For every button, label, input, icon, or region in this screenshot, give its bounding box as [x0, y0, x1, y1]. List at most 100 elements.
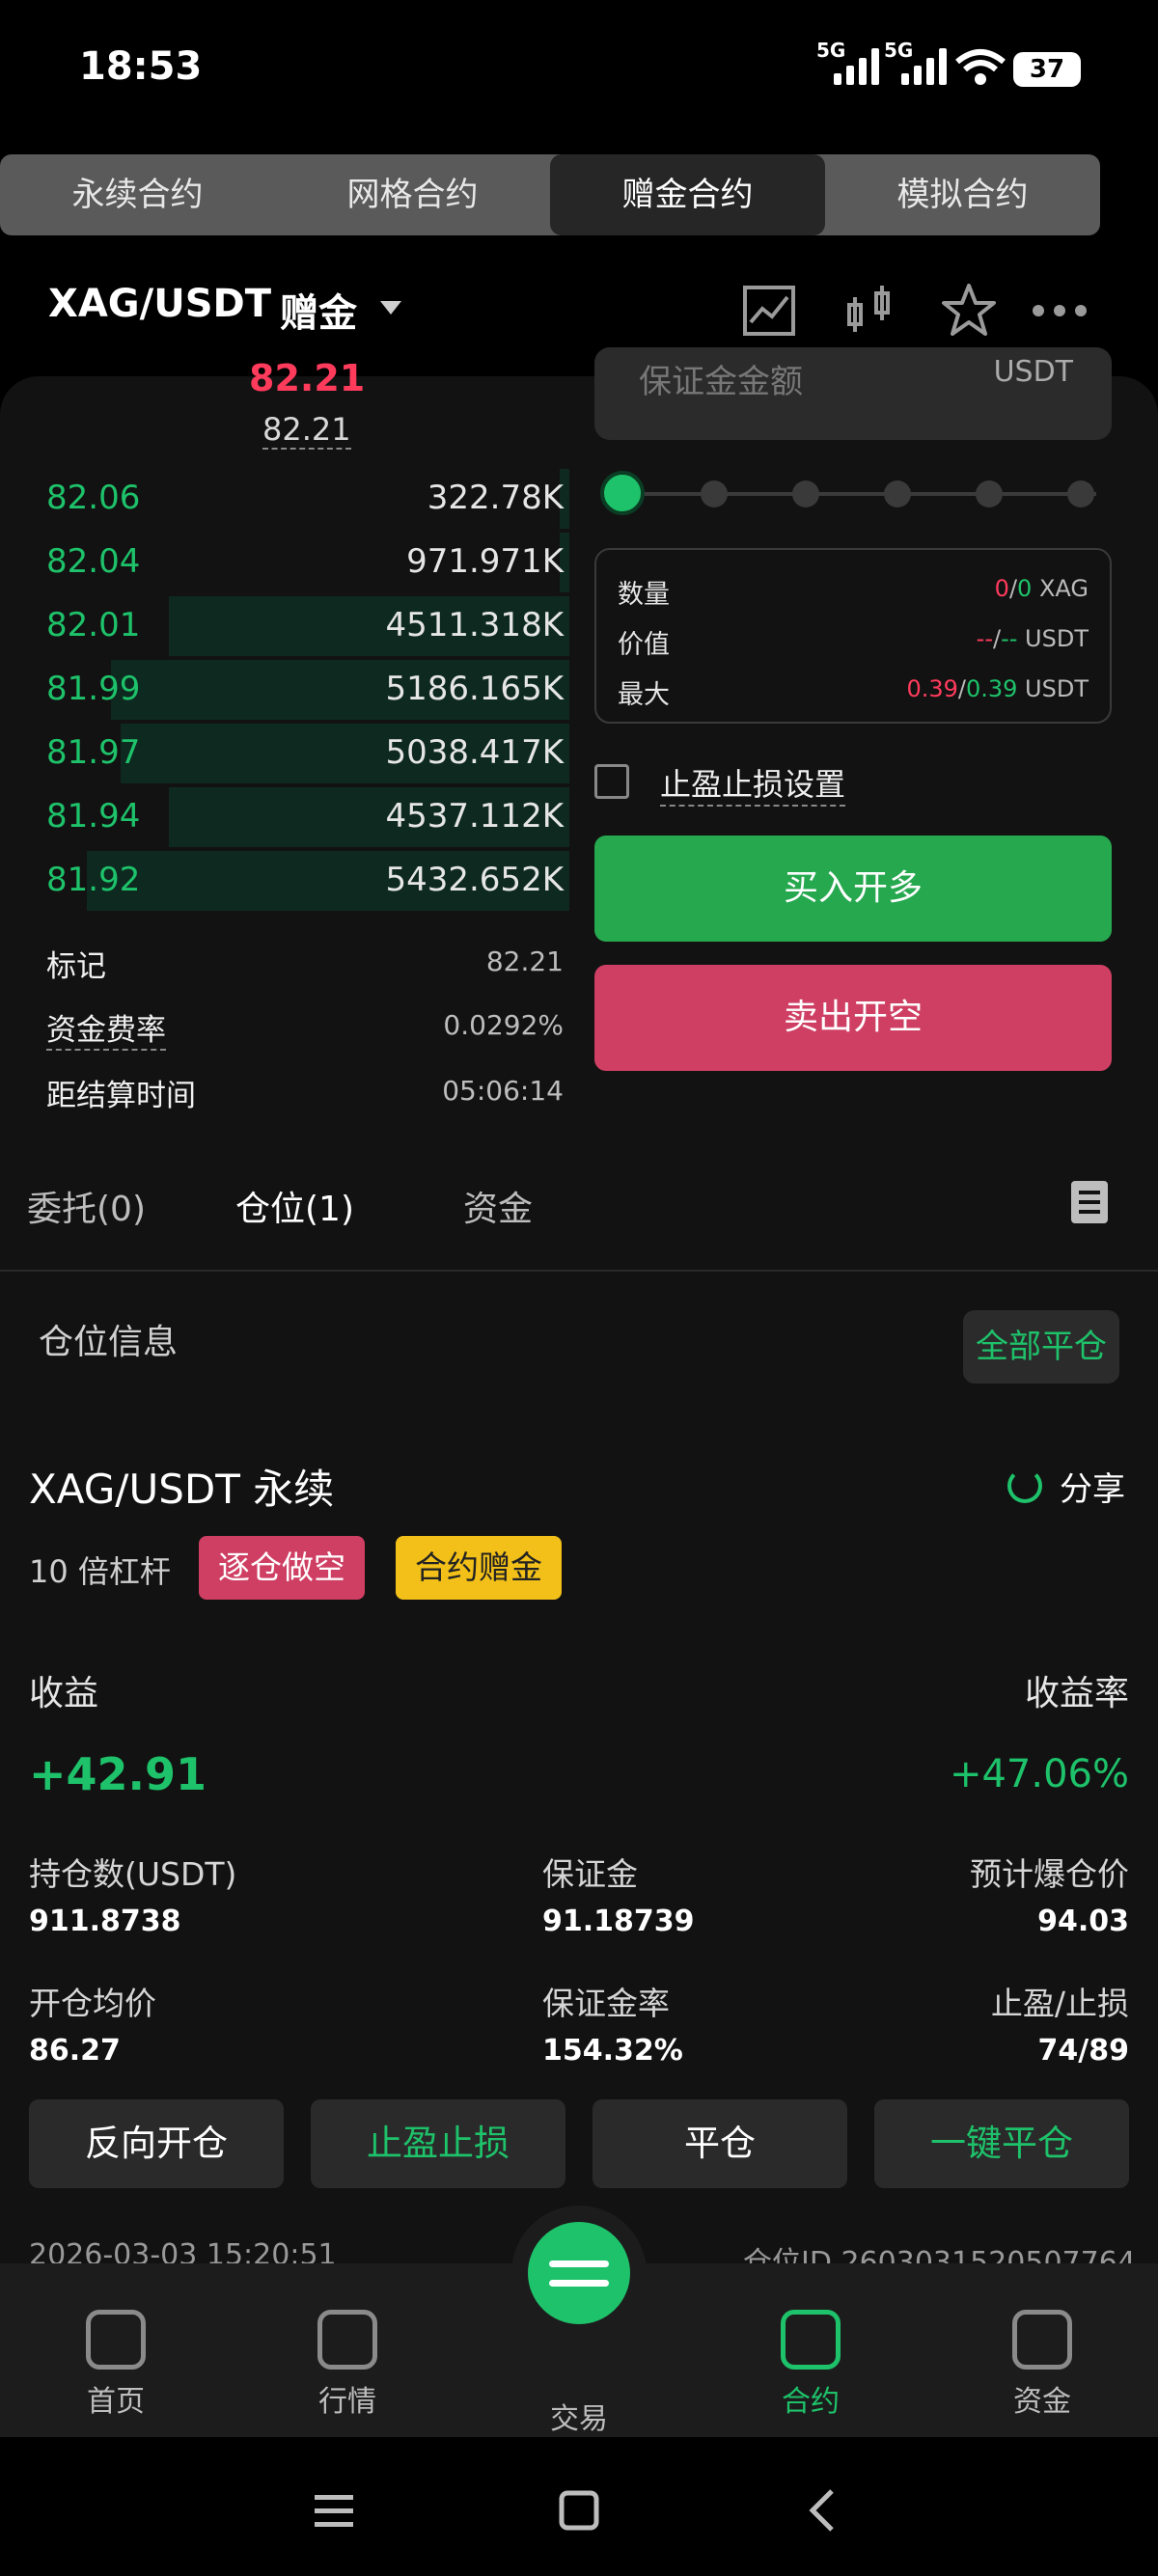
back-icon[interactable]	[801, 2487, 847, 2534]
pnl-label: 收益	[29, 1674, 99, 1713]
orderbook-price: 81.97	[46, 733, 141, 772]
symbol-mode[interactable]: 赠金	[280, 282, 357, 338]
nav-assets[interactable]: 资金	[984, 2310, 1100, 2420]
share-button[interactable]: 分享	[1060, 1463, 1125, 1510]
slider-handle[interactable]	[600, 471, 645, 515]
tab-positions[interactable]: 仓位(1)	[235, 1181, 354, 1231]
orderbook-row[interactable]: 82.06 322.78K	[0, 467, 569, 531]
slider-step[interactable]	[792, 480, 819, 507]
orderbook-price: 82.01	[46, 606, 141, 644]
tpsl-label: 止盈/止损	[990, 1985, 1129, 2022]
tpsl-value: 74/89	[1037, 2034, 1129, 2068]
tab-funds[interactable]: 资金	[463, 1181, 533, 1231]
margin-rate-value: 154.32%	[542, 2034, 683, 2068]
margin-label: 保证金	[542, 1855, 638, 1893]
nav-contract[interactable]: 合约	[753, 2310, 868, 2420]
max-label: 最大	[618, 680, 670, 710]
orderbook-quantity: 4537.112K	[385, 797, 564, 836]
orderbook-row[interactable]: 81.94 4537.112K	[0, 785, 569, 849]
tpsl-settings-label[interactable]: 止盈止损设置	[660, 760, 846, 807]
tab-orders[interactable]: 委托(0)	[27, 1181, 146, 1231]
quantity-value: 0/0 XAG	[994, 575, 1089, 602]
tab-demo[interactable]: 模拟合约	[825, 154, 1100, 235]
pnl-value: +42.91	[29, 1748, 207, 1800]
size-label: 持仓数(USDT)	[29, 1855, 237, 1893]
value-value: --/-- USDT	[976, 625, 1089, 652]
home-square-icon[interactable]	[556, 2487, 602, 2534]
mark-value: 82.21	[485, 945, 564, 977]
margin-value: 91.18739	[542, 1905, 695, 1938]
orderbook-quantity: 5432.652K	[385, 861, 564, 899]
position-info-label: 仓位信息	[39, 1323, 179, 1362]
document-icon[interactable]	[1071, 1181, 1108, 1223]
status-time: 18:53	[79, 44, 203, 89]
share-icon[interactable]	[1007, 1468, 1042, 1503]
tpsl-button[interactable]: 止盈止损	[311, 2099, 565, 2188]
more-icon[interactable]	[1031, 282, 1089, 340]
tab-bonus[interactable]: 赠金合约	[550, 154, 825, 235]
settlement-label: 距结算时间	[46, 1079, 196, 1113]
buy-long-button[interactable]: 买入开多	[594, 836, 1112, 942]
entry-price-value: 86.27	[29, 2034, 121, 2068]
orderbook-price: 81.94	[46, 797, 141, 836]
tab-perpetual[interactable]: 永续合约	[0, 154, 275, 235]
orderbook-row[interactable]: 81.99 5186.165K	[0, 658, 569, 722]
mark-price[interactable]: 82.21	[262, 411, 351, 450]
orderbook-quantity: 5038.417K	[385, 733, 564, 772]
slider-step[interactable]	[701, 480, 728, 507]
margin-amount-input[interactable]: 保证金金额 USDT	[594, 347, 1112, 440]
nav-home[interactable]: 首页	[58, 2310, 174, 2420]
close-all-button[interactable]: 全部平仓	[963, 1310, 1119, 1384]
symbol-pair[interactable]: XAG/USDT	[48, 282, 271, 326]
pnl-rate-value: +47.06%	[949, 1752, 1129, 1796]
nav-market[interactable]: 行情	[290, 2310, 405, 2420]
star-icon[interactable]	[940, 282, 998, 340]
orderbook-quantity: 971.971K	[406, 542, 564, 581]
candlestick-icon[interactable]	[841, 282, 899, 340]
orderbook-row[interactable]: 82.01 4511.318K	[0, 594, 569, 658]
line-chart-icon[interactable]	[741, 282, 799, 340]
funding-rate-value: 0.0292%	[443, 1009, 564, 1041]
position-side-badge: 逐仓做空	[199, 1536, 365, 1600]
quantity-label: 数量	[618, 580, 670, 610]
tab-grid[interactable]: 网格合约	[275, 154, 550, 235]
close-position-button[interactable]: 平仓	[593, 2099, 847, 2188]
orderbook-price: 81.99	[46, 670, 141, 708]
orderbook-quantity: 322.78K	[427, 479, 564, 517]
max-value: 0.39/0.39 USDT	[906, 675, 1089, 702]
orderbook-quantity: 4511.318K	[385, 606, 564, 644]
orderbook-price: 82.04	[46, 542, 141, 581]
orderbook-row[interactable]: 81.92 5432.652K	[0, 849, 569, 913]
last-price: 82.21	[249, 357, 366, 399]
orderbook-row[interactable]: 81.97 5038.417K	[0, 722, 569, 785]
value-label: 价值	[618, 630, 670, 660]
sell-short-button[interactable]: 卖出开空	[594, 965, 1112, 1071]
orderbook-price: 81.92	[46, 861, 141, 899]
leverage-slider-track[interactable]	[623, 492, 1096, 496]
market-icon	[317, 2310, 377, 2370]
orderbook-row[interactable]: 82.04 971.971K	[0, 531, 569, 594]
margin-rate-label: 保证金率	[542, 1985, 670, 2022]
orderbook-quantity: 5186.165K	[385, 670, 564, 708]
liq-price-value: 94.03	[1037, 1905, 1129, 1938]
orderbook-price: 82.06	[46, 479, 141, 517]
funding-rate-label[interactable]: 资金费率	[46, 1005, 166, 1051]
mark-label: 标记	[46, 949, 106, 984]
entry-price-label: 开仓均价	[29, 1985, 156, 2022]
one-click-close-button[interactable]: 一键平仓	[874, 2099, 1129, 2188]
slider-step[interactable]	[976, 480, 1003, 507]
menu-icon[interactable]	[311, 2487, 357, 2534]
position-title: XAG/USDT 永续	[29, 1466, 335, 1513]
contract-type-tabs: 永续合约 网格合约 赠金合约 模拟合约	[0, 154, 1100, 235]
swap-icon[interactable]	[528, 2222, 630, 2324]
battery-icon: 37	[1013, 52, 1081, 87]
signal-icon: 5G	[884, 39, 947, 85]
wifi-icon	[955, 49, 1006, 85]
home-icon	[86, 2310, 146, 2370]
slider-step[interactable]	[1067, 480, 1094, 507]
chevron-down-icon[interactable]	[380, 301, 401, 315]
reverse-position-button[interactable]: 反向开仓	[29, 2099, 284, 2188]
slider-step[interactable]	[884, 480, 911, 507]
tpsl-checkbox[interactable]	[594, 764, 629, 799]
nav-trade[interactable]: 交易	[521, 2387, 637, 2437]
